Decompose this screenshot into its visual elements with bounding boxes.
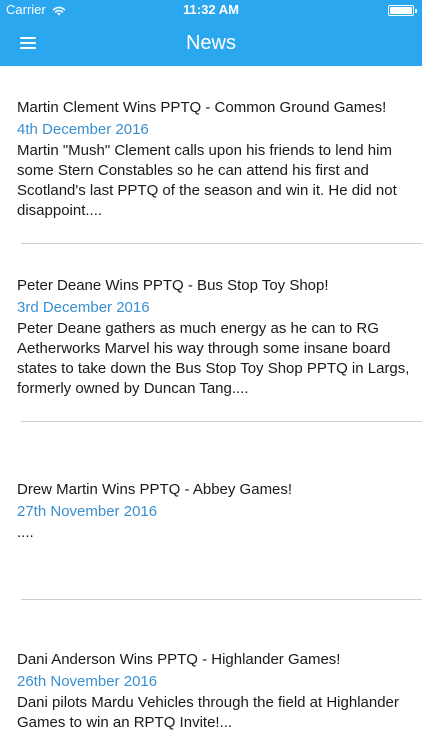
divider bbox=[21, 599, 422, 600]
article-summary: Martin "Mush" Clement calls upon his fri… bbox=[17, 142, 397, 219]
article-title: Drew Martin Wins PPTQ - Abbey Games! bbox=[17, 481, 293, 498]
news-article-item[interactable]: Drew Martin Wins PPTQ - Abbey Games! 27t… bbox=[17, 480, 412, 543]
news-article-item[interactable]: Peter Deane Wins PPTQ - Bus Stop Toy Sho… bbox=[17, 276, 412, 399]
article-summary: Dani pilots Mardu Vehicles through the f… bbox=[17, 694, 399, 731]
battery-icon bbox=[388, 5, 417, 16]
article-date: 3rd December 2016 bbox=[17, 299, 150, 316]
article-title: Peter Deane Wins PPTQ - Bus Stop Toy Sho… bbox=[17, 277, 329, 294]
status-bar: Carrier 11:32 AM bbox=[0, 0, 422, 20]
news-article-item[interactable]: Martin Clement Wins PPTQ - Common Ground… bbox=[17, 98, 412, 221]
article-summary: Peter Deane gathers as much energy as he… bbox=[17, 320, 410, 397]
article-date: 27th November 2016 bbox=[17, 503, 158, 520]
divider bbox=[21, 243, 422, 244]
news-article-item[interactable]: Dani Anderson Wins PPTQ - Highlander Gam… bbox=[17, 650, 412, 733]
news-feed[interactable]: Martin Clement Wins PPTQ - Common Ground… bbox=[0, 66, 422, 750]
clock: 11:32 AM bbox=[183, 2, 239, 17]
divider bbox=[21, 421, 422, 422]
article-date: 26th November 2016 bbox=[17, 673, 158, 690]
article-summary: .... bbox=[17, 524, 34, 541]
navigation-bar: News bbox=[0, 20, 422, 66]
article-date: 4th December 2016 bbox=[17, 121, 149, 138]
page-title: News bbox=[185, 32, 236, 54]
article-title: Dani Anderson Wins PPTQ - Highlander Gam… bbox=[17, 651, 341, 668]
article-title: Martin Clement Wins PPTQ - Common Ground… bbox=[17, 99, 387, 116]
